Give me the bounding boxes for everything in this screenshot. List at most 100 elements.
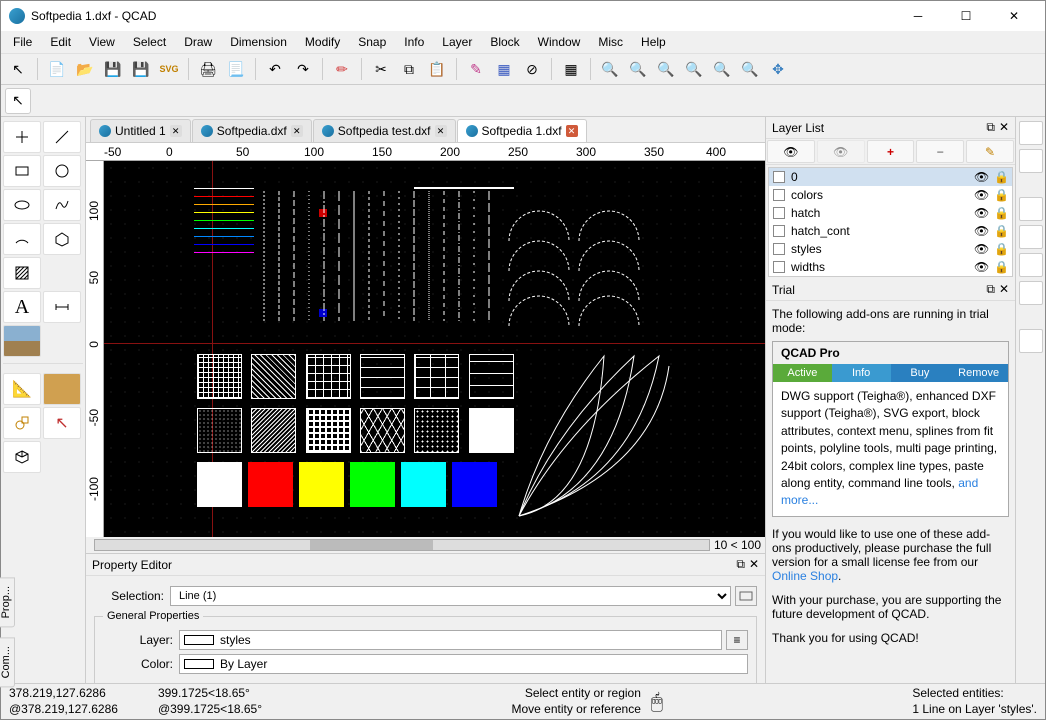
save-as-button[interactable]: 💾 (128, 56, 154, 82)
menu-window[interactable]: Window (530, 33, 589, 51)
canvas-scrollbar[interactable]: 10 < 100 (86, 537, 765, 553)
polygon-tool[interactable] (43, 223, 81, 255)
point-tool[interactable] (3, 121, 41, 153)
side-tool-5[interactable] (1019, 253, 1043, 277)
new-file-button[interactable]: 📄 (44, 56, 70, 82)
snap-tool[interactable]: ↖ (43, 407, 81, 439)
panel-close-icon[interactable]: ✕ (999, 120, 1009, 135)
side-tool-2[interactable] (1019, 149, 1043, 173)
select-tool[interactable] (3, 407, 41, 439)
zoom-out-button[interactable]: 🔍 (625, 56, 651, 82)
visibility-icon[interactable]: 👁 (974, 170, 988, 184)
visibility-icon[interactable]: 👁 (974, 206, 988, 220)
menu-dimension[interactable]: Dimension (222, 33, 295, 51)
menu-snap[interactable]: Snap (350, 33, 394, 51)
panel-close-icon[interactable]: ✕ (749, 557, 759, 572)
menu-help[interactable]: Help (633, 33, 674, 51)
redo-button[interactable]: ↷ (290, 56, 316, 82)
menu-view[interactable]: View (81, 33, 123, 51)
edit-tool-2[interactable]: ▦ (491, 56, 517, 82)
addon-info-button[interactable]: Info (832, 364, 891, 382)
arc-tool[interactable] (3, 223, 41, 255)
zoom-auto-button[interactable]: 🔍 (653, 56, 679, 82)
save-button[interactable]: 💾 (100, 56, 126, 82)
tab-close-icon[interactable]: ✕ (170, 125, 182, 137)
menu-modify[interactable]: Modify (297, 33, 348, 51)
image-tool[interactable] (3, 325, 41, 357)
visibility-icon[interactable]: 👁 (974, 188, 988, 202)
zoom-window-button[interactable]: 🔍 (737, 56, 763, 82)
paste-button[interactable]: 📋 (424, 56, 450, 82)
isometric-tool[interactable] (3, 441, 41, 473)
menu-file[interactable]: File (5, 33, 40, 51)
menu-misc[interactable]: Misc (590, 33, 631, 51)
visibility-icon[interactable]: 👁 (974, 242, 988, 256)
lock-icon[interactable]: 🔒 (994, 224, 1008, 238)
text-tool[interactable]: A (3, 291, 41, 323)
layer-row[interactable]: 0👁🔒 (769, 168, 1012, 186)
pointer-mode-button[interactable]: ↖ (5, 88, 31, 114)
tab-untitled[interactable]: Untitled 1✕ (90, 119, 191, 142)
layer-row[interactable]: hatch👁🔒 (769, 204, 1012, 222)
pointer-tool[interactable]: ↖ (5, 56, 31, 82)
layer-menu-button[interactable]: ≡ (726, 630, 748, 650)
layer-row[interactable]: styles👁🔒 (769, 240, 1012, 258)
drawing-canvas[interactable] (104, 161, 765, 537)
selection-dropdown[interactable]: Line (1) (170, 586, 731, 606)
color-dropdown[interactable]: By Layer (179, 654, 748, 674)
hide-all-layers-button[interactable]: 👁 (817, 140, 865, 163)
add-layer-button[interactable]: + (867, 140, 915, 163)
lock-icon[interactable]: 🔒 (994, 242, 1008, 256)
property-editor-tab[interactable]: Prop... (0, 577, 15, 627)
pan-button[interactable]: ✥ (765, 56, 791, 82)
panel-undock-icon[interactable]: ⧉ (986, 282, 995, 297)
ruler-tool[interactable] (43, 373, 81, 405)
selection-filter-button[interactable] (735, 586, 757, 606)
menu-info[interactable]: Info (396, 33, 432, 51)
maximize-button[interactable]: ☐ (943, 2, 989, 30)
copy-button[interactable]: ⧉ (396, 56, 422, 82)
menu-block[interactable]: Block (482, 33, 527, 51)
panel-close-icon[interactable]: ✕ (999, 282, 1009, 297)
layer-dropdown[interactable]: styles (179, 630, 722, 650)
addon-active-button[interactable]: Active (773, 364, 832, 382)
lock-icon[interactable]: 🔒 (994, 206, 1008, 220)
tab-close-icon[interactable]: ✕ (566, 125, 578, 137)
visibility-icon[interactable]: 👁 (974, 260, 988, 274)
lock-icon[interactable]: 🔒 (994, 188, 1008, 202)
menu-layer[interactable]: Layer (434, 33, 480, 51)
addon-remove-button[interactable]: Remove (949, 364, 1008, 382)
rectangle-tool[interactable] (3, 155, 41, 187)
minimize-button[interactable]: ─ (895, 2, 941, 30)
print-button[interactable]: 🖨 (195, 56, 221, 82)
command-line-tab[interactable]: Com... (0, 637, 15, 687)
menu-draw[interactable]: Draw (176, 33, 220, 51)
side-tool-6[interactable] (1019, 281, 1043, 305)
visibility-icon[interactable]: 👁 (974, 224, 988, 238)
grid-button[interactable]: ▦ (558, 56, 584, 82)
export-svg-button[interactable]: SVG (156, 56, 182, 82)
undo-button[interactable]: ↶ (262, 56, 288, 82)
show-all-layers-button[interactable]: 👁 (767, 140, 815, 163)
side-tool-7[interactable] (1019, 329, 1043, 353)
erase-button[interactable]: ✏ (329, 56, 355, 82)
tab-softpedia[interactable]: Softpedia.dxf✕ (192, 119, 312, 142)
menu-edit[interactable]: Edit (42, 33, 79, 51)
zoom-selection-button[interactable]: 🔍 (681, 56, 707, 82)
close-button[interactable]: ✕ (991, 2, 1037, 30)
edit-layer-button[interactable]: ✎ (966, 140, 1014, 163)
menu-select[interactable]: Select (125, 33, 174, 51)
open-file-button[interactable]: 📂 (72, 56, 98, 82)
side-tool-3[interactable] (1019, 197, 1043, 221)
zoom-previous-button[interactable]: 🔍 (709, 56, 735, 82)
layer-row[interactable]: widths👁🔒 (769, 258, 1012, 276)
edit-tool-3[interactable]: ⊘ (519, 56, 545, 82)
zoom-in-button[interactable]: 🔍 (597, 56, 623, 82)
addon-buy-button[interactable]: Buy (891, 364, 950, 382)
edit-tool-1[interactable]: ✎ (463, 56, 489, 82)
ellipse-tool[interactable] (3, 189, 41, 221)
print-preview-button[interactable]: 📃 (223, 56, 249, 82)
panel-undock-icon[interactable]: ⧉ (736, 557, 745, 572)
spline-tool[interactable] (43, 189, 81, 221)
layer-row[interactable]: colors👁🔒 (769, 186, 1012, 204)
